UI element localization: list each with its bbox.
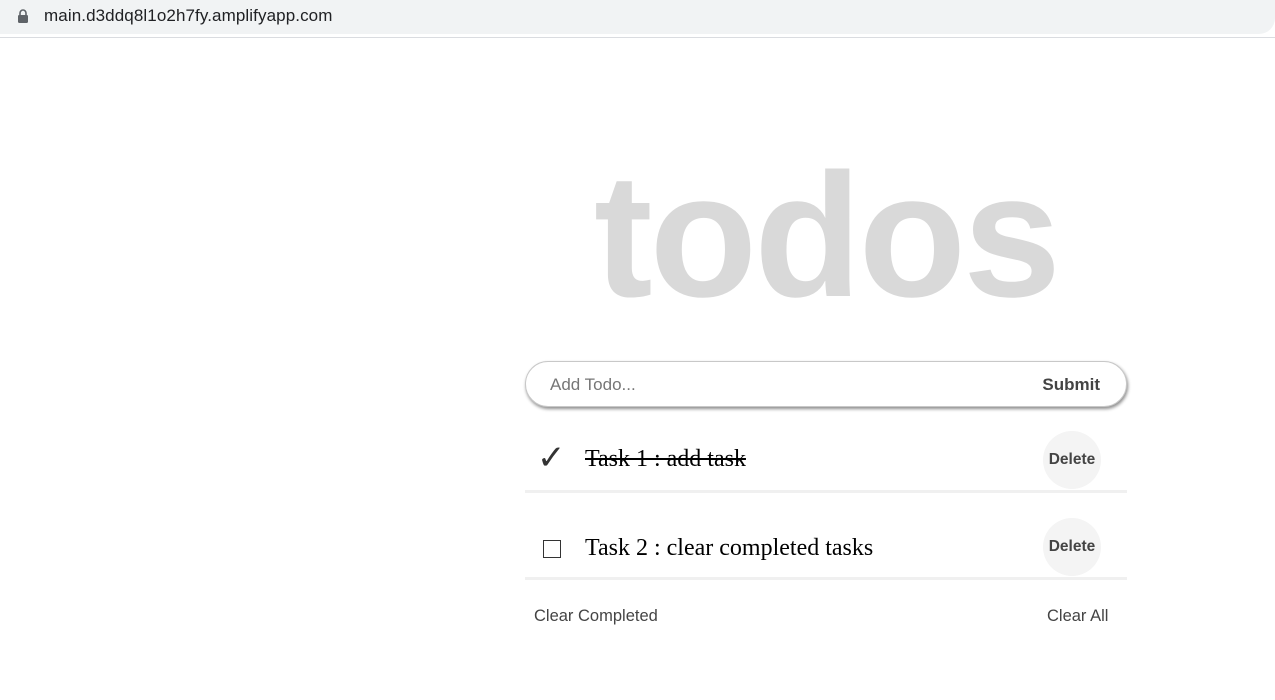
checkbox-icon[interactable] [543, 540, 561, 558]
todo-text[interactable]: Task 2 : clear completed tasks [585, 535, 873, 562]
url-text[interactable]: main.d3ddq8l1o2h7fy.amplifyapp.com [44, 6, 332, 26]
todo-item: Task 2 : clear completed tasks Delete [525, 492, 1127, 580]
delete-button[interactable]: Delete [1043, 518, 1101, 576]
checkmark-icon[interactable]: ✓ [537, 441, 566, 475]
delete-button[interactable]: Delete [1043, 431, 1101, 489]
clear-completed-button[interactable]: Clear Completed [534, 607, 658, 626]
submit-button[interactable]: Submit [1042, 373, 1100, 397]
lock-icon [18, 9, 28, 23]
add-todo-input[interactable] [550, 372, 1020, 398]
browser-address-bar[interactable]: main.d3ddq8l1o2h7fy.amplifyapp.com [0, 0, 1275, 34]
todo-text[interactable]: Task 1 : add task [585, 446, 746, 473]
add-todo-form: Submit [525, 361, 1127, 407]
todo-item: ✓ Task 1 : add task Delete [525, 405, 1127, 493]
app-title: todos [593, 138, 1061, 334]
clear-all-button[interactable]: Clear All [1047, 607, 1108, 626]
toolbar-divider [0, 37, 1275, 38]
